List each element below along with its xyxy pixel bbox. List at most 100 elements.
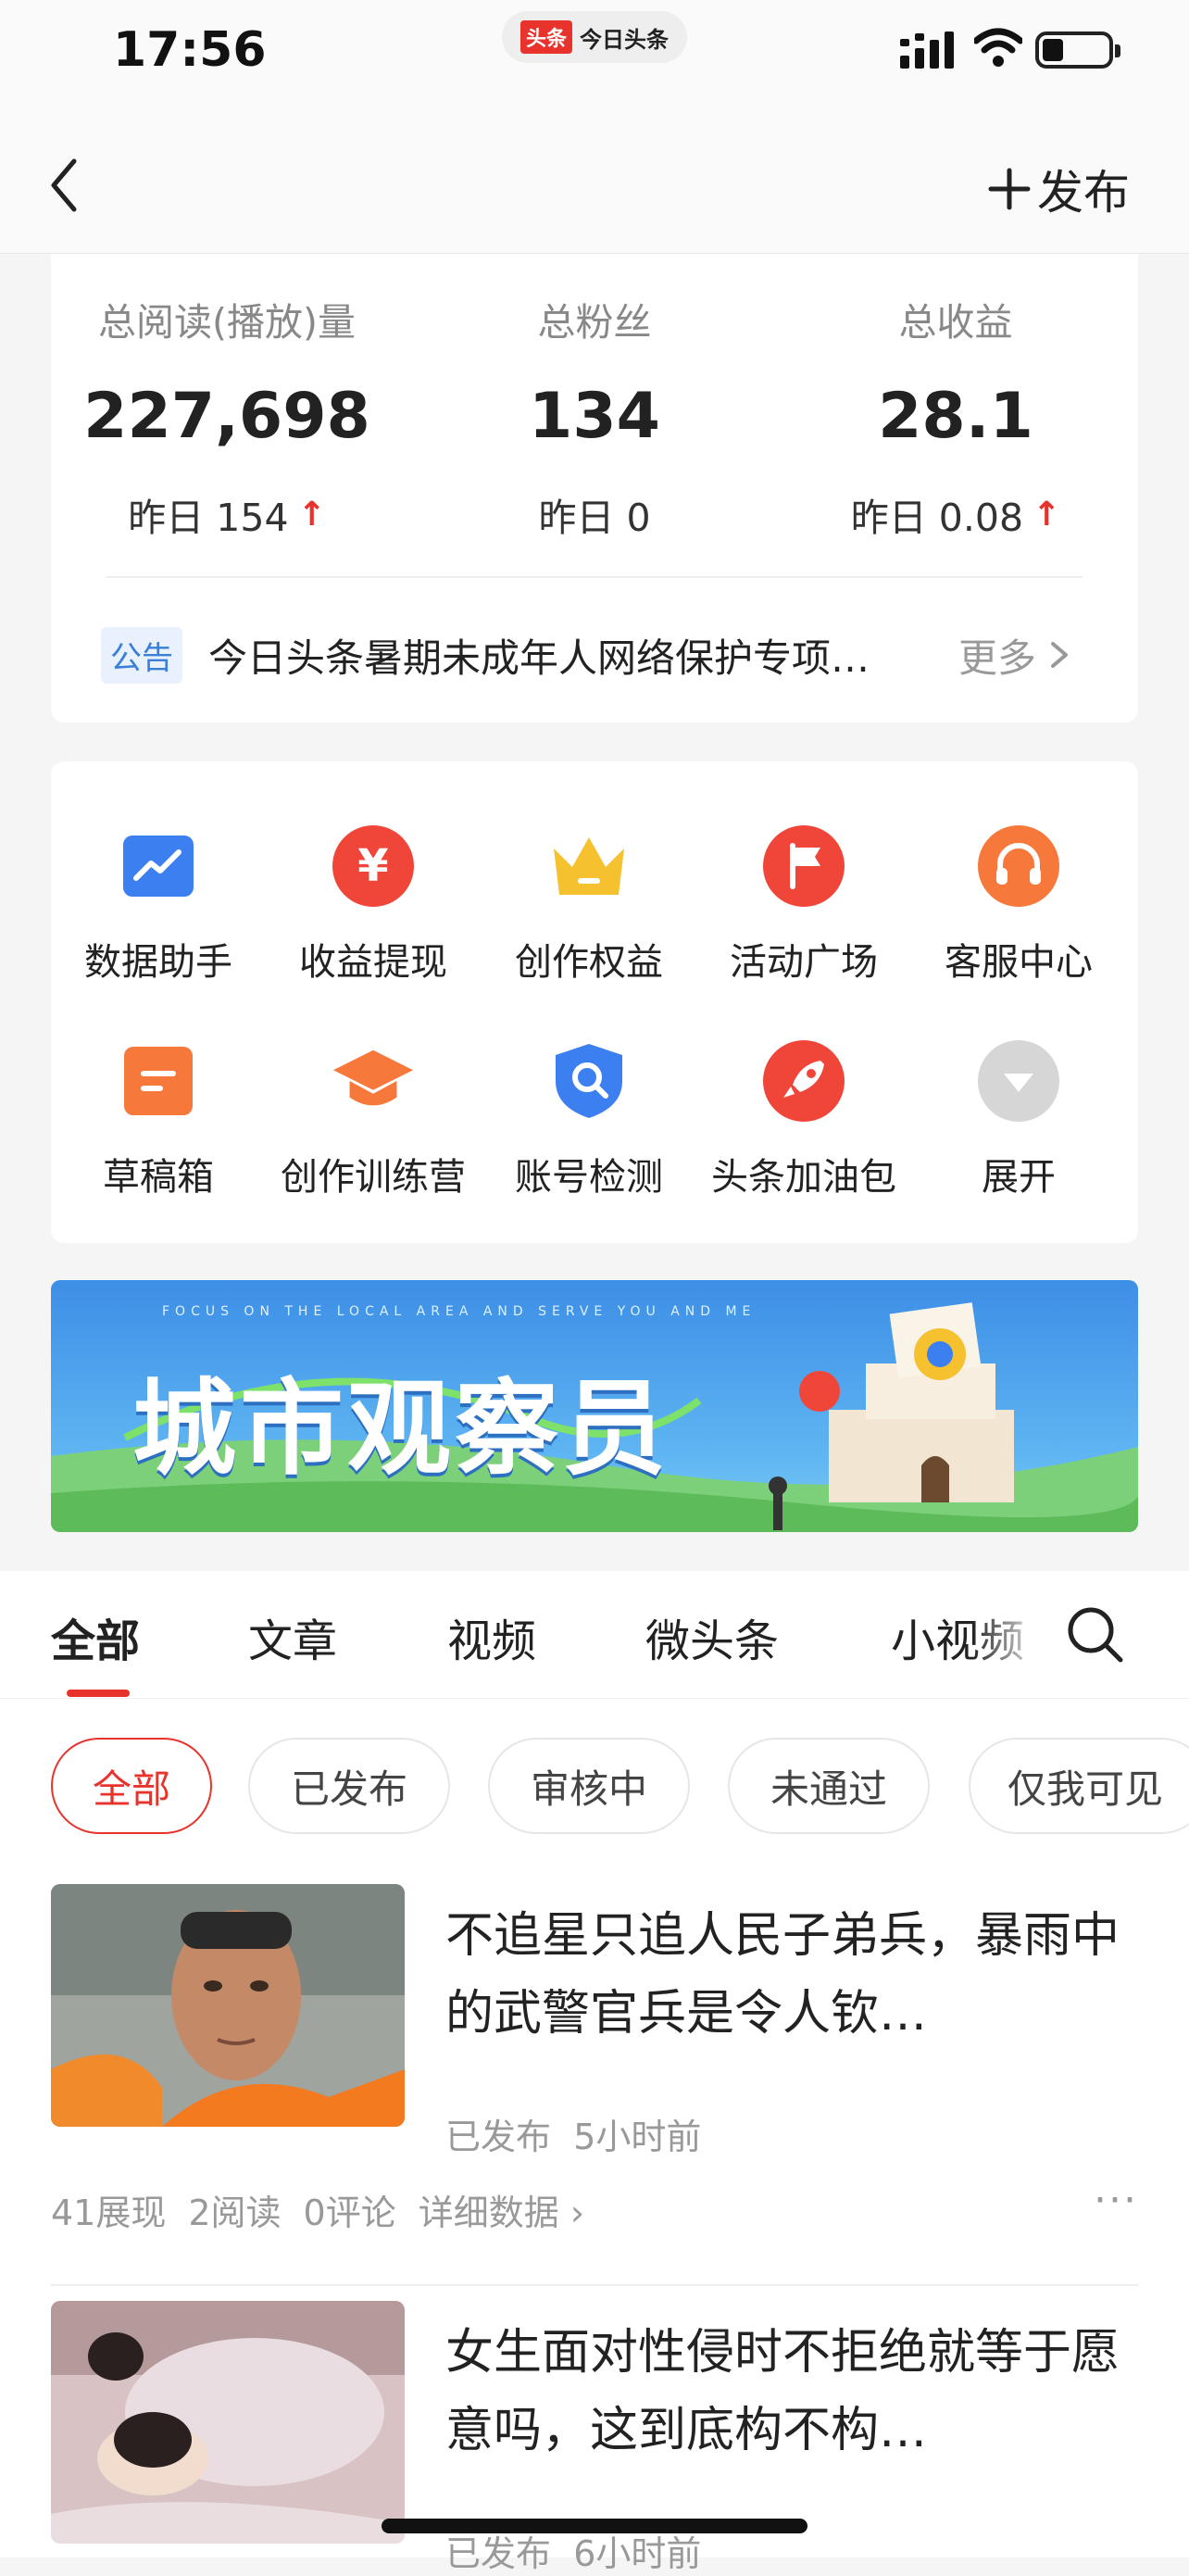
stat-value: 227,698 — [83, 380, 370, 453]
tool-label: 创作权益 — [515, 941, 663, 984]
tab-videos[interactable]: 视频 — [447, 1604, 536, 1669]
article-status: 已发布 — [445, 2117, 552, 2157]
article-time: 6小时前 — [573, 2533, 702, 2574]
tool-label: 草稿箱 — [103, 1156, 214, 1199]
filter-published[interactable]: 已发布 — [248, 1738, 450, 1834]
tool-label: 收益提现 — [299, 941, 447, 984]
wifi-icon — [974, 28, 1022, 67]
status-bar: 17:56 头条 今日头条 — [0, 0, 1189, 120]
tool-label: 数据助手 — [84, 941, 232, 984]
tool-label: 头条加油包 — [711, 1156, 896, 1199]
tab-articles[interactable]: 文章 — [248, 1604, 337, 1669]
stats-card: 总阅读(播放)量 227,698 昨日 154 ↑ 总粉丝 134 昨日 0 总收… — [51, 254, 1138, 723]
stat-label: 总收益 — [898, 300, 1013, 345]
shield-search-icon — [556, 1044, 622, 1118]
stat-total-fans[interactable]: 总粉丝 134 昨日 0 — [419, 291, 770, 542]
article-impressions: 41展现 — [51, 2193, 167, 2233]
more-options-icon[interactable]: ··· — [1094, 2177, 1138, 2224]
tool-label: 账号检测 — [515, 1156, 663, 1199]
chevron-right-icon: › — [569, 2193, 585, 2233]
tool-account-check[interactable]: 账号检测 — [482, 1039, 696, 1200]
article-title: 女生面对性侵时不拒绝就等于愿意吗，这到底构不构… — [445, 2325, 1120, 2458]
notice-text: 今日头条暑期未成年人网络保护专项… — [208, 635, 870, 681]
active-tab-indicator — [67, 1690, 130, 1697]
stat-yesterday: 昨日 154 — [128, 496, 289, 540]
article-title: 不追星只追人民子弟兵，暴雨中的武警官兵是令人钦… — [445, 1908, 1120, 2042]
tool-creator-rights[interactable]: 创作权益 — [482, 824, 696, 986]
tool-label: 活动广场 — [730, 941, 878, 984]
headset-icon — [978, 825, 1059, 907]
tool-label: 客服中心 — [945, 941, 1093, 984]
chevron-right-icon — [1051, 642, 1069, 668]
article-status: 已发布 — [445, 2533, 552, 2574]
publish-button[interactable]: 发布 — [987, 156, 1130, 222]
divider — [106, 576, 1083, 578]
app-name: 今日头条 — [580, 26, 669, 53]
trend-up-icon: ↑ — [1033, 495, 1061, 534]
notice-tag: 公告 — [101, 626, 182, 684]
stat-total-earnings[interactable]: 总收益 28.1 昨日 0.08 ↑ — [780, 291, 1132, 542]
stat-label: 总粉丝 — [537, 300, 652, 345]
article-thumbnail — [51, 2301, 405, 2544]
filter-private[interactable]: 仅我可见 — [969, 1738, 1189, 1834]
article-list: 不追星只追人民子弟兵，暴雨中的武警官兵是令人钦… 已发布 5小时前 41展现 2… — [0, 1847, 1189, 2574]
stat-yesterday: 昨日 0.08 — [850, 496, 1024, 540]
stat-label: 总阅读(播放)量 — [98, 300, 356, 345]
app-indicator: 头条 今日头条 — [502, 11, 687, 63]
flag-icon — [763, 825, 845, 907]
chevron-down-icon — [978, 1040, 1059, 1122]
draft-icon — [124, 1047, 193, 1115]
crown-icon — [554, 837, 624, 895]
tab-micro-posts[interactable]: 微头条 — [645, 1604, 779, 1669]
yen-icon: ¥ — [332, 825, 414, 907]
divider — [51, 2284, 1138, 2286]
notice-bar[interactable]: 公告 今日头条暑期未成年人网络保护专项… 更多 — [101, 624, 1101, 685]
stat-value: 28.1 — [878, 380, 1033, 453]
tool-training-camp[interactable]: 创作训练营 — [266, 1039, 481, 1200]
tool-label: 创作训练营 — [281, 1156, 466, 1199]
article-comments: 0评论 — [303, 2193, 396, 2233]
banner-subtitle: FOCUS ON THE LOCAL AREA AND SERVE YOU AN… — [162, 1304, 757, 1319]
tab-all[interactable]: 全部 — [51, 1604, 140, 1669]
tool-withdraw[interactable]: ¥ 收益提现 — [266, 824, 481, 986]
tool-customer-service[interactable]: 客服中心 — [911, 824, 1126, 986]
search-icon[interactable] — [1065, 1604, 1126, 1665]
tool-data-assistant[interactable]: 数据助手 — [51, 824, 266, 986]
graduation-cap-icon — [332, 1049, 414, 1106]
stat-yesterday: 昨日 0 — [538, 496, 651, 540]
list-item[interactable]: 不追星只追人民子弟兵，暴雨中的武警官兵是令人钦… 已发布 5小时前 41展现 2… — [51, 1884, 1138, 2292]
tool-boost-pack[interactable]: 头条加油包 — [696, 1039, 911, 1200]
tools-grid: 数据助手 ¥ 收益提现 创作权益 活动广场 客服中心 草稿箱 创作训练营 账号检… — [51, 761, 1138, 1243]
plus-icon — [988, 168, 1031, 210]
content-tabs: 全部 文章 视频 微头条 小视频 — [0, 1571, 1189, 1699]
promo-banner[interactable]: FOCUS ON THE LOCAL AREA AND SERVE YOU AN… — [51, 1280, 1138, 1532]
article-time: 5小时前 — [573, 2117, 702, 2157]
home-indicator — [382, 2519, 807, 2533]
app-logo: 头条 — [519, 20, 572, 54]
article-thumbnail — [51, 1884, 405, 2127]
tool-expand[interactable]: 展开 — [911, 1039, 1126, 1200]
status-filters: 全部 已发布 审核中 未通过 仅我可见 — [0, 1699, 1189, 1847]
battery-icon — [1035, 31, 1120, 69]
rocket-icon — [763, 1040, 845, 1122]
signal-icon — [900, 31, 954, 69]
chevron-left-icon[interactable] — [37, 148, 93, 222]
chart-icon — [123, 836, 194, 897]
filter-rejected[interactable]: 未通过 — [728, 1738, 930, 1834]
nav-bar: 发布 — [0, 120, 1189, 254]
article-reads: 2阅读 — [188, 2193, 282, 2233]
tool-activity-square[interactable]: 活动广场 — [696, 824, 911, 986]
tool-label: 展开 — [982, 1156, 1056, 1199]
publish-label: 发布 — [1037, 166, 1130, 220]
article-detail-link[interactable]: 详细数据 › — [419, 2184, 584, 2235]
trend-up-icon: ↑ — [297, 495, 326, 534]
status-time: 17:56 — [113, 22, 267, 78]
svg-text:¥: ¥ — [357, 840, 388, 892]
banner-title: 城市观察员 — [132, 1369, 670, 1489]
stat-value: 134 — [529, 380, 660, 453]
filter-under-review[interactable]: 审核中 — [488, 1738, 690, 1834]
filter-all[interactable]: 全部 — [51, 1738, 212, 1834]
tool-drafts[interactable]: 草稿箱 — [51, 1039, 266, 1200]
notice-more-link[interactable]: 更多 — [958, 627, 1036, 684]
stat-total-reads[interactable]: 总阅读(播放)量 227,698 昨日 154 ↑ — [51, 291, 403, 542]
